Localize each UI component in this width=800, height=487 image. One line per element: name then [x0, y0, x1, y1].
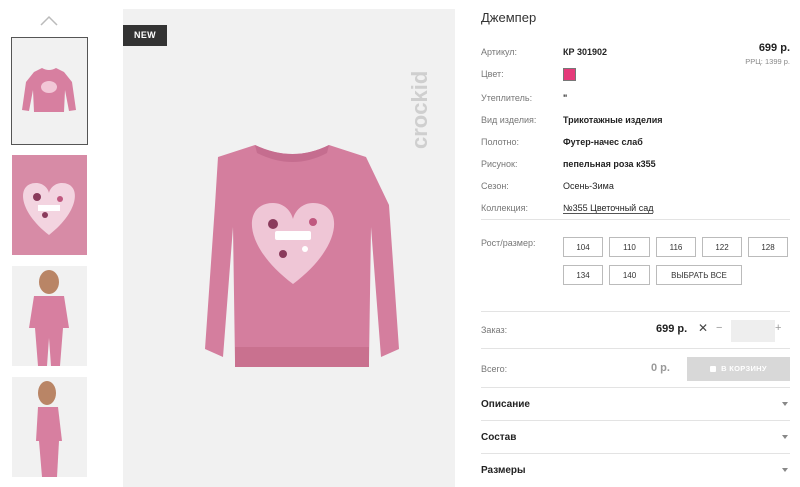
collection-link[interactable]: №355 Цветочный сад [563, 203, 654, 214]
chevron-down-icon[interactable] [782, 402, 788, 406]
size-110-button[interactable]: 110 [609, 237, 650, 257]
divider [481, 219, 790, 220]
accordion-sizes[interactable]: Размеры [481, 465, 526, 476]
total-label: Всего: [481, 364, 508, 374]
article-value: КР 301902 [563, 47, 608, 57]
add-to-cart-label: В КОРЗИНУ [721, 364, 767, 373]
svg-text:crockid: crockid [407, 71, 432, 149]
new-badge: NEW [123, 25, 167, 46]
rrp-price: РРЦ: 1399 р. [745, 57, 790, 66]
pattern-label: Рисунок: [481, 159, 518, 169]
print-closeup-image [23, 183, 75, 235]
product-title: Джемпер [481, 10, 537, 25]
order-price: 699 р. [656, 323, 688, 335]
size-128-button[interactable]: 128 [748, 237, 788, 257]
divider [481, 348, 790, 349]
season-label: Сезон: [481, 181, 509, 191]
model-side-image [36, 381, 62, 477]
thumbnail-1[interactable] [11, 37, 88, 145]
select-all-sizes-button[interactable]: ВЫБРАТЬ ВСЕ [656, 265, 742, 285]
insulation-value: " [563, 93, 568, 103]
decrease-quantity-button[interactable]: − [716, 322, 722, 334]
brand-logo: crockid [407, 71, 432, 149]
increase-quantity-button[interactable]: + [775, 322, 781, 334]
pattern-value: пепельная роза к355 [563, 159, 656, 169]
size-116-button[interactable]: 116 [656, 237, 696, 257]
sweater-front-image [22, 68, 76, 112]
divider [481, 420, 790, 421]
color-label: Цвет: [481, 69, 504, 79]
item-type-label: Вид изделия: [481, 115, 537, 125]
fabric-value: Футер-начес слаб [563, 137, 643, 147]
thumbnail-3[interactable] [12, 266, 87, 366]
season-value: Осень-Зима [563, 181, 614, 191]
thumbnail-4[interactable] [12, 377, 87, 477]
add-to-cart-button[interactable]: В КОРЗИНУ [687, 357, 790, 381]
color-swatch[interactable] [563, 68, 576, 81]
thumbnail-2[interactable] [12, 155, 87, 255]
insulation-label: Утеплитель: [481, 93, 533, 103]
accordion-description[interactable]: Описание [481, 399, 530, 410]
chevron-down-icon[interactable] [782, 435, 788, 439]
item-type-value: Трикотажные изделия [563, 115, 663, 125]
size-134-button[interactable]: 134 [563, 265, 603, 285]
fabric-label: Полотно: [481, 137, 520, 147]
times-icon: ✕ [698, 321, 709, 335]
divider [481, 453, 790, 454]
divider [481, 387, 790, 388]
size-label: Рост/размер: [481, 238, 536, 248]
size-140-button[interactable]: 140 [609, 265, 650, 285]
size-104-button[interactable]: 104 [563, 237, 603, 257]
gallery-up-arrow-icon[interactable] [40, 14, 58, 26]
total-price: 0 р. [651, 362, 670, 374]
main-product-image[interactable]: NEW crockid [123, 9, 455, 487]
chevron-down-icon[interactable] [782, 468, 788, 472]
quantity-input[interactable] [731, 320, 775, 342]
model-front-image [29, 270, 69, 366]
size-122-button[interactable]: 122 [702, 237, 742, 257]
cart-icon [710, 366, 717, 373]
divider [481, 311, 790, 312]
order-label: Заказ: [481, 325, 508, 335]
accordion-composition[interactable]: Состав [481, 432, 516, 443]
product-price: 699 р. [758, 42, 790, 54]
article-label: Артикул: [481, 47, 518, 57]
collection-label: Коллекция: [481, 203, 529, 213]
